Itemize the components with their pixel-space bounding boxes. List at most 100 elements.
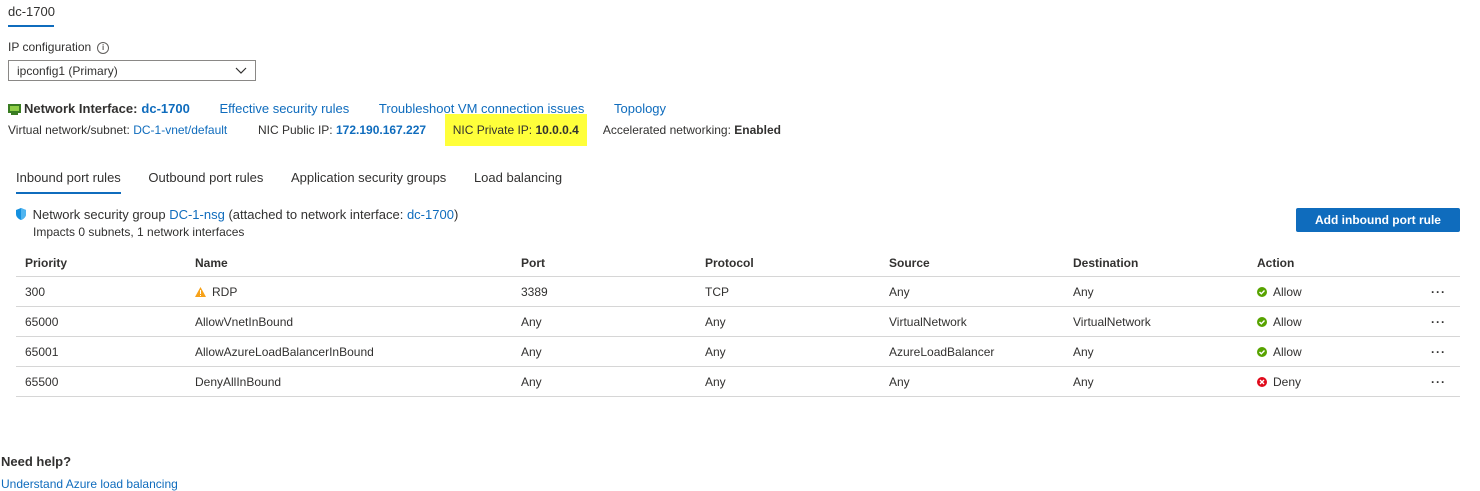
cell-destination-text: VirtualNetwork [1073, 314, 1151, 329]
nsg-middle: (attached to network interface: [228, 207, 404, 222]
more-actions-button[interactable]: ··· [1378, 306, 1460, 337]
table-row[interactable]: 65001 AllowAzureLoadBalancerInBound Any Any… [16, 336, 1460, 367]
cell-protocol-text: Any [705, 374, 726, 389]
cell-priority: 65001 [16, 336, 186, 367]
private-ip-highlight: NIC Private IP: 10.0.0.4 [444, 114, 587, 146]
info-icon[interactable]: i [97, 42, 110, 54]
cell-action-text: Allow [1273, 314, 1302, 329]
more-actions-button[interactable]: ··· [1378, 336, 1460, 367]
table-row[interactable]: 65500 DenyAllInBound Any Any Any Any Deny ··· [16, 366, 1460, 397]
shield-icon [16, 208, 26, 220]
cell-protocol: Any [696, 366, 880, 397]
deny-x-icon [1257, 376, 1267, 387]
cell-destination-text: Any [1073, 374, 1094, 389]
cell-port-text: Any [521, 374, 542, 389]
cell-destination-text: Any [1073, 284, 1094, 299]
active-tab-indicator [8, 25, 54, 27]
cell-name-text: RDP [212, 284, 238, 299]
network-interface-name-link[interactable]: dc-1700 [141, 101, 189, 116]
cell-protocol: Any [696, 306, 880, 337]
cell-port-text: Any [521, 344, 542, 359]
cell-port: Any [512, 306, 696, 337]
cell-priority-text: 65001 [25, 344, 59, 359]
inbound-rules-table: Priority Name Port Protocol Source Desti… [16, 250, 1460, 397]
network-interface-title: Network Interface: [24, 101, 138, 116]
column-header-port[interactable]: Port [512, 250, 696, 277]
cell-action: Deny [1248, 366, 1378, 397]
effective-security-rules-link[interactable]: Effective security rules [219, 101, 349, 116]
cell-name: DenyAllInBound [186, 366, 512, 397]
cell-source: Any [880, 366, 1064, 397]
cell-priority-text: 65500 [25, 374, 59, 389]
cell-destination: Any [1064, 366, 1248, 397]
cell-name: AllowVnetInBound [186, 306, 512, 337]
more-actions-button[interactable]: ··· [1378, 366, 1460, 397]
warning-icon [195, 286, 206, 297]
add-inbound-port-rule-button[interactable]: Add inbound port rule [1296, 208, 1460, 232]
cell-action-text: Allow [1273, 344, 1302, 359]
allow-check-icon [1257, 286, 1267, 297]
more-actions-button[interactable]: ··· [1378, 276, 1460, 307]
table-row[interactable]: 65000 AllowVnetInBound Any Any VirtualNetwor… [16, 306, 1460, 337]
public-ip-link[interactable]: 172.190.167.227 [336, 123, 426, 137]
column-header-destination[interactable]: Destination [1064, 250, 1248, 277]
network-details-row: Virtual network/subnet: DC-1-vnet/defaul… [8, 114, 781, 146]
cell-priority: 65500 [16, 366, 186, 397]
column-header-name[interactable]: Name [186, 250, 512, 277]
accelerated-networking-label: Accelerated networking: [602, 123, 731, 137]
ip-configuration-dropdown[interactable]: ipconfig1 (Primary) [8, 60, 256, 81]
tab-load-balancing[interactable]: Load balancing [474, 170, 562, 192]
nsg-suffix: ) [453, 207, 459, 222]
tab-dc-1700[interactable]: dc-1700 [8, 4, 55, 19]
cell-name: RDP [186, 276, 512, 307]
cell-destination: VirtualNetwork [1064, 306, 1248, 337]
tab-inbound-port-rules[interactable]: Inbound port rules [16, 170, 121, 194]
accelerated-networking-value: Enabled [734, 123, 781, 137]
column-header-source[interactable]: Source [880, 250, 1064, 277]
cell-action: Allow [1248, 306, 1378, 337]
allow-check-icon [1257, 316, 1267, 327]
cell-source: VirtualNetwork [880, 306, 1064, 337]
private-ip-label: NIC Private IP: [452, 123, 533, 137]
vnet-link[interactable]: DC-1-vnet/default [133, 123, 227, 137]
cell-name-text: AllowVnetInBound [195, 314, 294, 329]
nsg-name-link[interactable]: DC-1-nsg [169, 207, 225, 222]
cell-name-text: DenyAllInBound [195, 374, 282, 389]
cell-action: Allow [1248, 336, 1378, 367]
cell-destination: Any [1064, 336, 1248, 367]
cell-protocol-text: Any [705, 344, 726, 359]
cell-destination-text: Any [1073, 344, 1094, 359]
cell-port-text: Any [521, 314, 542, 329]
chevron-down-icon [235, 64, 247, 79]
table-row[interactable]: 300 RDP 3389 TCP Any Any Allow ··· [16, 276, 1460, 307]
help-link[interactable]: Understand Azure load balancing [1, 477, 178, 491]
vnet-label: Virtual network/subnet: [8, 123, 130, 137]
cell-protocol-text: TCP [705, 284, 729, 299]
cell-action: Allow [1248, 276, 1378, 307]
network-interface-icon [8, 102, 21, 115]
table-header-row: Priority Name Port Protocol Source Desti… [16, 250, 1460, 277]
cell-source-text: Any [889, 374, 910, 389]
nsg-nic-link[interactable]: dc-1700 [407, 207, 454, 222]
topology-link[interactable]: Topology [614, 101, 666, 116]
cell-source-text: VirtualNetwork [889, 314, 967, 329]
column-header-action[interactable]: Action [1248, 250, 1378, 277]
private-ip-value: 10.0.0.4 [535, 123, 579, 137]
cell-destination: Any [1064, 276, 1248, 307]
public-ip-label: NIC Public IP: [257, 123, 333, 137]
cell-name: AllowAzureLoadBalancerInBound [186, 336, 512, 367]
cell-protocol: Any [696, 336, 880, 367]
ip-configuration-text: IP configuration [8, 40, 92, 54]
ip-configuration-label: IP configuration i [8, 40, 110, 54]
cell-action-text: Allow [1273, 284, 1302, 299]
tab-outbound-port-rules[interactable]: Outbound port rules [148, 170, 263, 192]
cell-action-text: Deny [1273, 374, 1302, 389]
column-header-protocol[interactable]: Protocol [696, 250, 880, 277]
tab-application-security-groups[interactable]: Application security groups [291, 170, 446, 192]
ip-configuration-selected: ipconfig1 (Primary) [17, 64, 118, 78]
nsg-impacts: Impacts 0 subnets, 1 network interfaces [33, 225, 245, 239]
rules-tab-bar: Inbound port rules Outbound port rules A… [16, 170, 586, 194]
cell-port: Any [512, 336, 696, 367]
need-help-heading: Need help? [1, 454, 72, 469]
column-header-priority[interactable]: Priority [16, 250, 186, 277]
